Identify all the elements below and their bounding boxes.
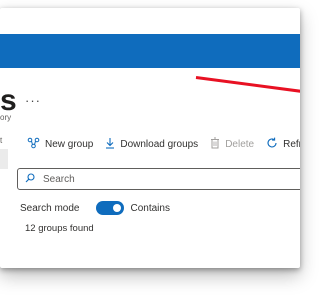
more-icon[interactable]: ···: [25, 94, 41, 107]
portal-window: s ··· ory t New group Download groups De…: [0, 8, 300, 268]
result-count: 12 groups found: [25, 223, 94, 234]
new-group-button[interactable]: New group: [27, 137, 93, 152]
download-groups-button[interactable]: Download groups: [105, 137, 198, 152]
delete-button[interactable]: Delete: [210, 137, 254, 152]
command-bar: New group Download groups Delete Ref: [27, 134, 300, 154]
delete-label: Delete: [225, 138, 255, 150]
search-icon: [25, 170, 41, 188]
page-title: s: [0, 84, 17, 117]
search-mode-toggle[interactable]: [96, 201, 125, 215]
annotation-red-line: [195, 76, 300, 94]
search-input[interactable]: [41, 172, 285, 186]
download-icon: [105, 137, 120, 152]
search-box[interactable]: [17, 168, 300, 190]
delete-icon: [210, 137, 225, 152]
sidebar-item-label: t: [0, 136, 3, 145]
refresh-button[interactable]: Refre: [266, 137, 300, 152]
search-mode-row: Search mode Contains: [20, 201, 170, 215]
search-mode-value: Contains: [130, 202, 170, 214]
download-groups-label: Download groups: [120, 138, 199, 150]
refresh-icon: [266, 137, 283, 152]
new-group-icon: [27, 137, 45, 152]
top-navigation-bar: [0, 34, 300, 68]
toggle-knob: [113, 204, 122, 212]
refresh-label: Refre: [283, 138, 300, 150]
new-group-label: New group: [45, 138, 94, 150]
page-subtitle: ory: [0, 113, 12, 122]
sidebar-item-selected[interactable]: [0, 149, 8, 169]
search-mode-label: Search mode: [20, 202, 80, 214]
